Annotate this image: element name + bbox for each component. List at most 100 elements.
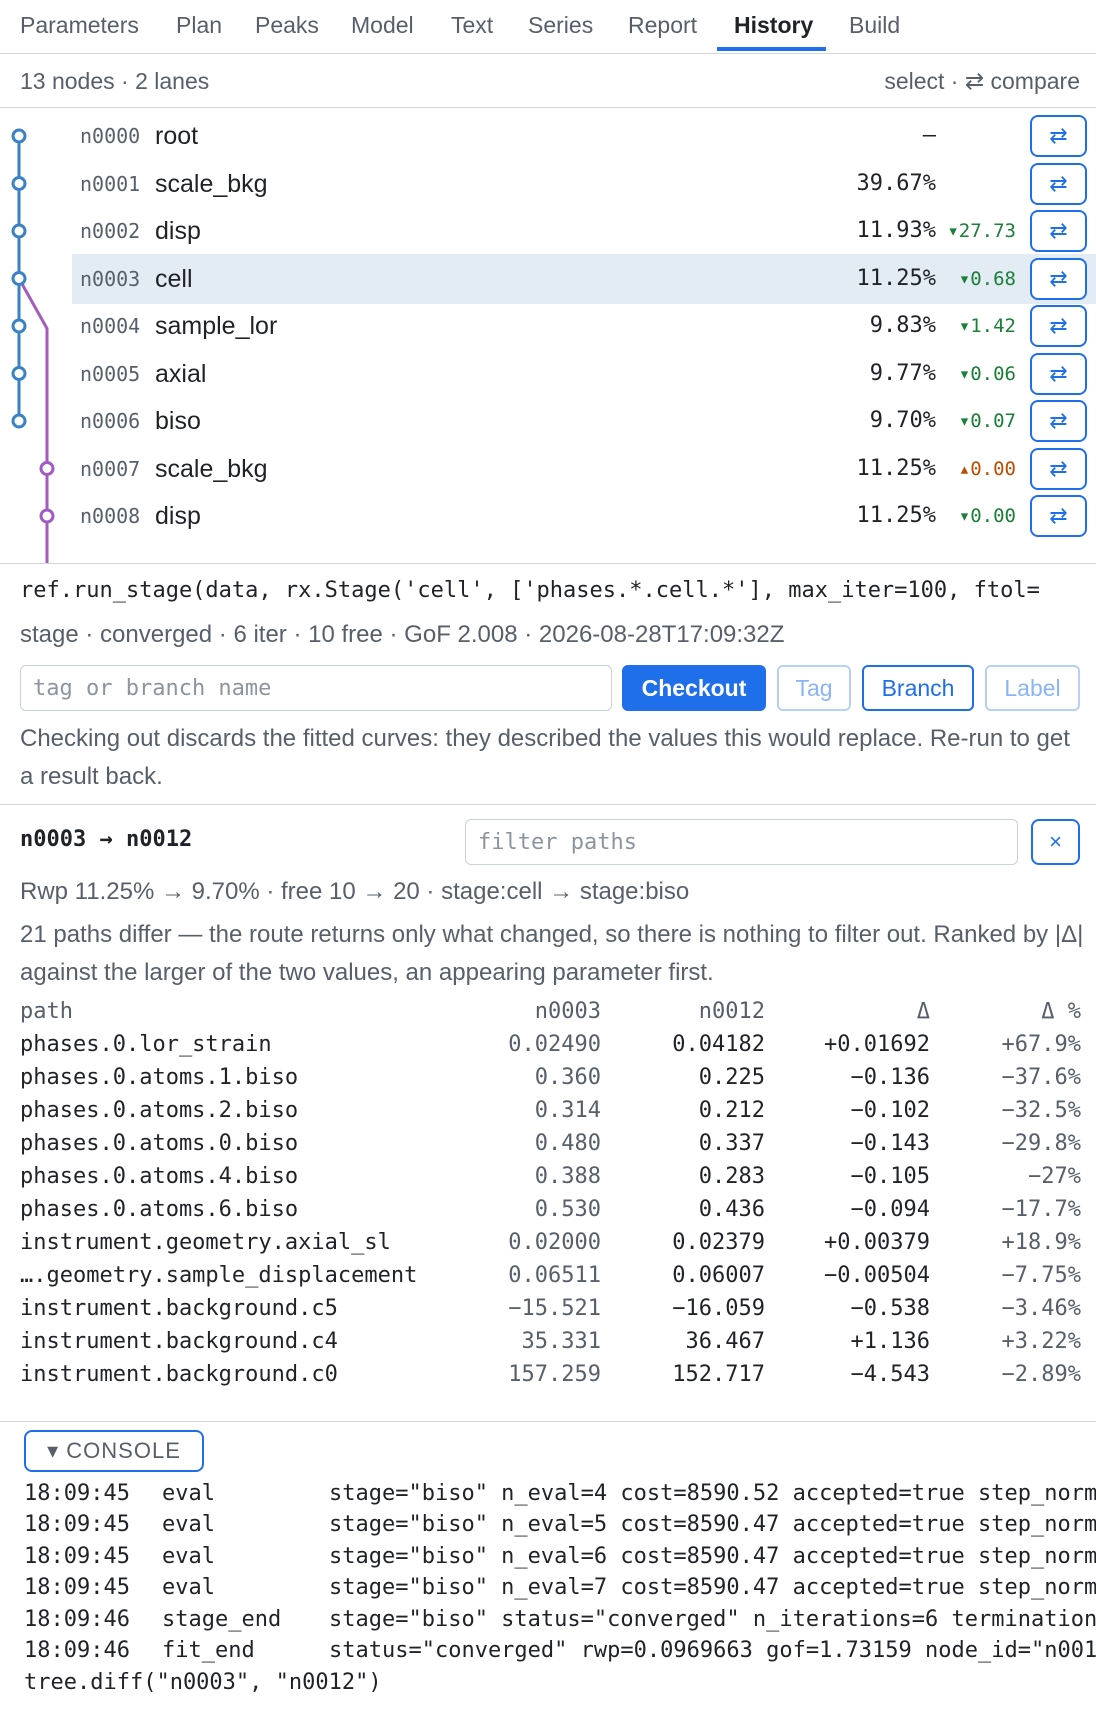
- log-message: stage="biso" n_eval=4 cost=8590.52 accep…: [329, 1480, 1096, 1506]
- column-header-delta-percent: Δ %: [1041, 999, 1081, 1024]
- tab-build[interactable]: Build: [849, 12, 900, 39]
- table-row[interactable]: instrument.geometry.axial_sl 0.02000 0.023…: [0, 1226, 1096, 1262]
- graph-node-dot[interactable]: [11, 128, 27, 144]
- filter-paths-input[interactable]: [465, 819, 1018, 865]
- table-row[interactable]: phases.0.atoms.6.biso 0.530 0.436 −0.094 −17…: [0, 1193, 1096, 1229]
- history-node-row[interactable]: n0003 cell 11.25% ▾0.68 ⇄: [72, 253, 1096, 304]
- table-row[interactable]: phases.0.atoms.4.biso 0.388 0.283 −0.105 −27…: [0, 1160, 1096, 1196]
- tab-series[interactable]: Series: [528, 12, 593, 39]
- compare-button[interactable]: ⇄: [1030, 210, 1087, 252]
- log-timestamp: 18:09:45: [24, 1575, 130, 1600]
- table-row[interactable]: phases.0.lor_strain 0.02490 0.04182 +0.0169…: [0, 1028, 1096, 1064]
- table-row[interactable]: instrument.background.c0 157.259 152.717 −4…: [0, 1358, 1096, 1394]
- diff-to-value: 0.337: [698, 1131, 765, 1156]
- diff-to-value: −16.059: [672, 1296, 765, 1321]
- compare-button[interactable]: ⇄: [1030, 447, 1087, 490]
- node-rwp: 11.25%: [856, 503, 936, 528]
- node-meta: stage · converged · 6 iter · 10 free · G…: [20, 621, 785, 648]
- history-node-row[interactable]: n0002 disp 11.93% ▾27.73 ⇄: [72, 206, 1096, 256]
- log-event: eval: [162, 1575, 215, 1600]
- tag-name-input[interactable]: [20, 665, 612, 711]
- label-button[interactable]: Label: [985, 665, 1080, 711]
- log-message: stage="biso" n_eval=6 cost=8590.47 accep…: [329, 1543, 1096, 1569]
- tab-parameters[interactable]: Parameters: [20, 12, 139, 39]
- branch-button[interactable]: Branch: [862, 665, 974, 711]
- history-node-list: n0000 root — ⇄ n0001 scale_bkg 39.67% ⇄ n0002 dis…: [0, 108, 1096, 564]
- diff-delta: −0.105: [850, 1164, 930, 1189]
- diff-delta-percent: +18.9%: [1001, 1230, 1081, 1255]
- compare-button[interactable]: ⇄: [1030, 305, 1087, 347]
- history-node-row[interactable]: n0001 scale_bkg 39.67% ⇄: [72, 159, 1096, 209]
- compare-button[interactable]: ⇄: [1030, 257, 1087, 300]
- table-row[interactable]: instrument.background.c4 35.331 36.467 +1.1…: [0, 1325, 1096, 1361]
- table-row[interactable]: instrument.background.c5 −15.521 −16.059 −0…: [0, 1292, 1096, 1328]
- table-row[interactable]: phases.0.atoms.0.biso 0.480 0.337 −0.143 −29…: [0, 1127, 1096, 1163]
- diff-from-value: 0.388: [534, 1164, 601, 1189]
- node-id: n0005: [80, 361, 141, 386]
- tab-peaks[interactable]: Peaks: [255, 12, 319, 39]
- tab-text[interactable]: Text: [451, 12, 493, 39]
- history-node-row[interactable]: n0007 scale_bkg 11.25% ▴0.00 ⇄: [72, 444, 1096, 494]
- diff-from-value: 0.480: [534, 1131, 601, 1156]
- column-header-delta: Δ: [916, 999, 930, 1024]
- history-node-row[interactable]: n0005 axial 9.77% ▾0.06 ⇄: [72, 349, 1096, 399]
- table-row[interactable]: phases.0.atoms.1.biso 0.360 0.225 −0.136 −37…: [0, 1061, 1096, 1097]
- log-message: stage="biso" status="converged" n_iterat…: [329, 1606, 1096, 1632]
- graph-node-dot[interactable]: [11, 223, 27, 239]
- node-id: n0002: [80, 219, 141, 243]
- compare-button[interactable]: ⇄: [1030, 115, 1087, 157]
- log-message: stage="biso" n_eval=7 cost=8590.47 accep…: [329, 1575, 1096, 1600]
- tab-report[interactable]: Report: [628, 12, 697, 39]
- graph-node-dot[interactable]: [11, 318, 27, 334]
- diff-path: phases.0.atoms.1.biso: [20, 1065, 299, 1090]
- branch-graph: [11, 128, 55, 563]
- graph-node-dot[interactable]: [11, 271, 27, 286]
- divider: [0, 804, 1096, 805]
- compare-button[interactable]: ⇄: [1030, 162, 1087, 205]
- graph-node-dot[interactable]: [39, 508, 55, 524]
- diff-to-value: 0.283: [698, 1164, 765, 1189]
- compare-button[interactable]: ⇄: [1030, 400, 1087, 442]
- history-node-row[interactable]: n0004 sample_lor 9.83% ▾1.42 ⇄: [72, 301, 1096, 351]
- diff-path: instrument.geometry.axial_sl: [20, 1230, 391, 1255]
- node-rwp: 9.77%: [869, 360, 936, 386]
- table-row[interactable]: phases.0.atoms.2.biso 0.314 0.212 −0.102 −32…: [0, 1094, 1096, 1130]
- node-rwp: —: [922, 123, 936, 148]
- graph-node-dot[interactable]: [11, 176, 27, 191]
- log-timestamp: 18:09:46: [24, 1606, 130, 1632]
- graph-node-dot[interactable]: [11, 366, 27, 381]
- diff-delta: −0.143: [850, 1131, 930, 1156]
- console-toggle-button[interactable]: ▾ CONSOLE: [24, 1430, 204, 1472]
- history-node-row[interactable]: n0006 biso 9.70% ▾0.07 ⇄: [72, 396, 1096, 446]
- diff-delta-percent: −3.46%: [1001, 1296, 1081, 1321]
- node-name: disp: [155, 217, 201, 245]
- diff-from-value: 0.02490: [508, 1032, 601, 1057]
- log-event: eval: [162, 1512, 215, 1537]
- log-timestamp: 18:09:45: [24, 1512, 130, 1537]
- column-header-to: n0012: [698, 999, 765, 1024]
- tab-model[interactable]: Model: [351, 12, 414, 39]
- node-id: n0000: [80, 124, 141, 148]
- node-rwp-delta: ▴0.00: [958, 457, 1016, 480]
- log-timestamp: 18:09:46: [24, 1638, 130, 1663]
- log-timestamp: 18:09:45: [24, 1543, 130, 1569]
- tag-button[interactable]: Tag: [777, 665, 851, 711]
- close-diff-button[interactable]: ×: [1031, 819, 1080, 865]
- compare-button[interactable]: ⇄: [1030, 352, 1087, 395]
- tab-plan[interactable]: Plan: [176, 12, 222, 39]
- tab-history[interactable]: History: [734, 12, 813, 39]
- diff-delta: −0.102: [850, 1098, 930, 1123]
- node-rwp-delta: ▾0.68: [958, 267, 1016, 290]
- compare-button[interactable]: ⇄: [1030, 495, 1087, 537]
- table-row[interactable]: ….geometry.sample_displacement 0.06511 0.0…: [0, 1259, 1096, 1295]
- graph-node-dot[interactable]: [11, 413, 27, 429]
- console-log[interactable]: 18:09:45 eval stage="biso" n_eval=4 cost=8…: [0, 1476, 1096, 1698]
- checkout-button[interactable]: Checkout: [622, 665, 766, 711]
- node-rwp: 9.83%: [869, 313, 936, 338]
- history-node-row[interactable]: n0000 root — ⇄: [72, 111, 1096, 161]
- diff-delta-percent: −2.89%: [1001, 1362, 1081, 1387]
- node-rwp-delta: ▾27.73: [947, 220, 1016, 242]
- history-node-row[interactable]: n0008 disp 11.25% ▾0.00 ⇄: [72, 491, 1096, 541]
- graph-node-dot[interactable]: [39, 461, 55, 476]
- node-id: n0007: [80, 456, 141, 481]
